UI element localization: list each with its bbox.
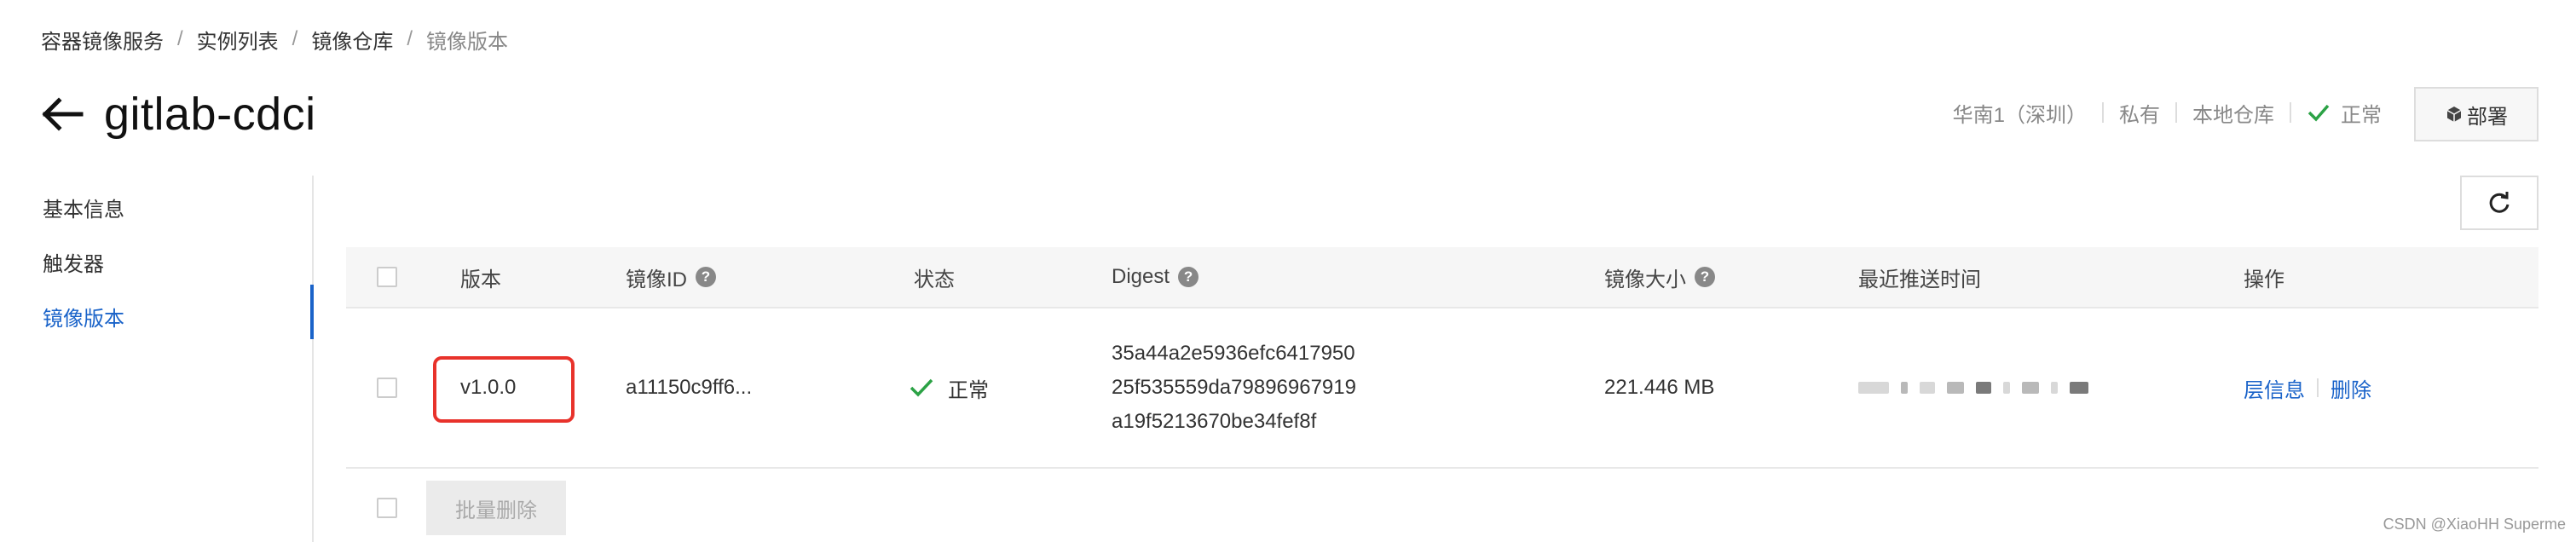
- digest-cell: 35a44a2e5936efc6417950 25f535559da798969…: [1112, 308, 1356, 467]
- region-label: 华南1（深圳）: [1952, 103, 2087, 127]
- column-header-push-time: 最近推送时间: [1858, 268, 1981, 291]
- breadcrumb-item-repositories[interactable]: 镜像仓库: [311, 25, 393, 55]
- column-header-size-label: 镜像大小: [1604, 268, 1686, 291]
- breadcrumb-separator: /: [292, 27, 298, 50]
- digest-line: 35a44a2e5936efc6417950: [1112, 342, 1355, 365]
- table-row: v1.0.0 a11150c9ff6... 正常 35a44a2e5936efc…: [346, 308, 2538, 469]
- select-all-checkbox[interactable]: [377, 267, 397, 287]
- batch-delete-button[interactable]: 批量删除: [426, 481, 566, 535]
- sidebar-nav: 基本信息 触发器 镜像版本: [0, 176, 314, 542]
- sidebar-item-triggers[interactable]: 触发器: [43, 247, 104, 277]
- version-cell: v1.0.0: [460, 376, 517, 399]
- column-header-image-id: 镜像ID ?: [626, 247, 716, 307]
- sidebar-active-indicator: [310, 285, 314, 339]
- column-header-image-id-label: 镜像ID: [626, 268, 687, 291]
- cube-icon: [2446, 107, 2462, 122]
- repo-type-label: 本地仓库: [2192, 103, 2274, 127]
- actions-cell: 层信息 删除: [2244, 308, 2371, 467]
- delete-link[interactable]: 删除: [2331, 373, 2371, 403]
- status-label: 正常: [948, 378, 989, 402]
- help-icon[interactable]: ?: [1178, 267, 1199, 287]
- watermark: CSDN @XiaoHH Superme: [2383, 516, 2566, 533]
- page-title: gitlab-cdci: [104, 89, 316, 140]
- meta-divider: [2290, 102, 2291, 123]
- breadcrumb-separator: /: [177, 27, 183, 50]
- size-cell: 221.446 MB: [1604, 376, 1715, 399]
- column-header-digest-label: Digest: [1112, 265, 1170, 288]
- footer-select-all-checkbox[interactable]: [377, 498, 397, 518]
- refresh-button[interactable]: [2460, 176, 2538, 230]
- sidebar-item-image-versions[interactable]: 镜像版本: [43, 302, 124, 332]
- deploy-button[interactable]: 部署: [2414, 87, 2538, 141]
- table-header: 版本 镜像ID ? 状态 Digest ? 镜像大小 ? 最近推送时间 操作: [346, 247, 2538, 308]
- help-icon[interactable]: ?: [696, 267, 716, 287]
- help-icon[interactable]: ?: [1695, 267, 1715, 287]
- image-id-cell: a11150c9ff6...: [626, 376, 753, 399]
- sidebar-item-basic-info[interactable]: 基本信息: [43, 193, 124, 222]
- refresh-icon: [2489, 192, 2510, 213]
- back-arrow-icon[interactable]: [38, 90, 87, 138]
- push-time-cell-redacted: [1858, 308, 2088, 467]
- repo-status: 正常: [2307, 98, 2382, 128]
- digest-line: a19f5213670be34fef8f: [1112, 410, 1317, 433]
- column-header-size: 镜像大小 ?: [1604, 247, 1715, 307]
- repo-meta: 华南1（深圳） 私有 本地仓库 正常: [1953, 95, 2382, 130]
- image-version-table: 版本 镜像ID ? 状态 Digest ? 镜像大小 ? 最近推送时间 操作 v…: [346, 247, 2538, 469]
- column-header-digest: Digest ?: [1112, 247, 1199, 307]
- visibility-label: 私有: [2119, 103, 2160, 127]
- column-header-actions: 操作: [2244, 268, 2284, 291]
- table-footer: 批量删除: [346, 481, 1028, 535]
- deploy-button-label: 部署: [2467, 105, 2508, 129]
- column-header-version: 版本: [460, 268, 501, 291]
- digest-line: 25f535559da79896967919: [1112, 376, 1356, 399]
- page-header: gitlab-cdci: [38, 82, 316, 147]
- check-icon: [2307, 104, 2330, 122]
- row-checkbox[interactable]: [377, 378, 397, 398]
- repo-status-label: 正常: [2341, 103, 2382, 127]
- breadcrumb-item-instances[interactable]: 实例列表: [197, 25, 279, 55]
- meta-divider: [2175, 102, 2177, 123]
- breadcrumb: 容器镜像服务 / 实例列表 / 镜像仓库 / 镜像版本: [41, 22, 508, 56]
- layer-info-link[interactable]: 层信息: [2244, 373, 2305, 403]
- meta-divider: [2102, 102, 2104, 123]
- breadcrumb-separator: /: [407, 27, 413, 50]
- breadcrumb-item-image-versions: 镜像版本: [426, 30, 509, 54]
- breadcrumb-item-registry-service[interactable]: 容器镜像服务: [41, 25, 164, 55]
- action-divider: [2317, 378, 2319, 397]
- column-header-status: 状态: [914, 268, 955, 291]
- check-icon: [910, 378, 933, 397]
- status-cell: 正常: [909, 308, 989, 467]
